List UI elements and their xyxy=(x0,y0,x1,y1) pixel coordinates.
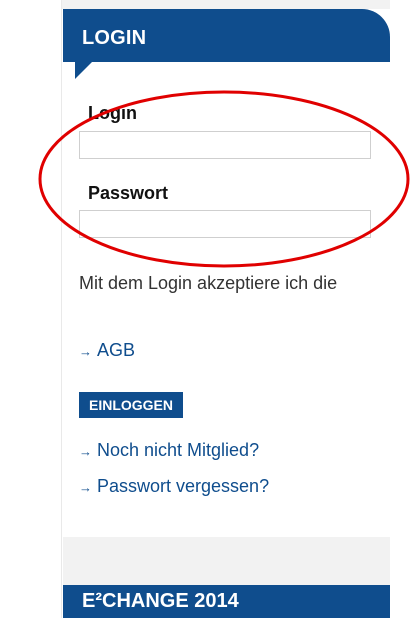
forgot-password-link[interactable]: → Passwort vergessen? xyxy=(79,476,269,497)
e2change-section-title: E²CHANGE 2014 xyxy=(82,590,239,612)
login-submit-button[interactable]: EINLOGGEN xyxy=(79,392,184,418)
agb-link[interactable]: → AGB xyxy=(79,340,135,361)
register-link[interactable]: → Noch nicht Mitglied? xyxy=(79,440,259,461)
top-gray-spacer xyxy=(62,0,390,9)
login-label: Login xyxy=(88,103,137,123)
register-link-label: Noch nicht Mitglied? xyxy=(97,440,260,460)
arrow-right-icon: → xyxy=(79,344,92,359)
password-input[interactable] xyxy=(79,210,371,238)
terms-acceptance-text: Mit dem Login akzeptiere ich die xyxy=(79,273,338,293)
login-input[interactable] xyxy=(79,131,371,159)
arrow-right-icon: → xyxy=(79,444,92,459)
bottom-gray-spacer xyxy=(63,537,390,585)
arrow-right-icon: → xyxy=(79,480,92,495)
login-section-header: LOGIN xyxy=(63,9,390,62)
login-section-title: LOGIN xyxy=(82,27,147,49)
page: LOGIN Login Passwort Mit dem Login akzep… xyxy=(0,0,411,618)
speech-tail-shape xyxy=(75,61,93,79)
forgot-password-link-label: Passwort vergessen? xyxy=(97,476,270,496)
password-label: Passwort xyxy=(88,183,169,203)
login-sidebar-panel: LOGIN Login Passwort Mit dem Login akzep… xyxy=(61,0,390,618)
agb-link-label: AGB xyxy=(97,340,136,360)
e2change-section-header: E²CHANGE 2014 xyxy=(63,585,390,618)
